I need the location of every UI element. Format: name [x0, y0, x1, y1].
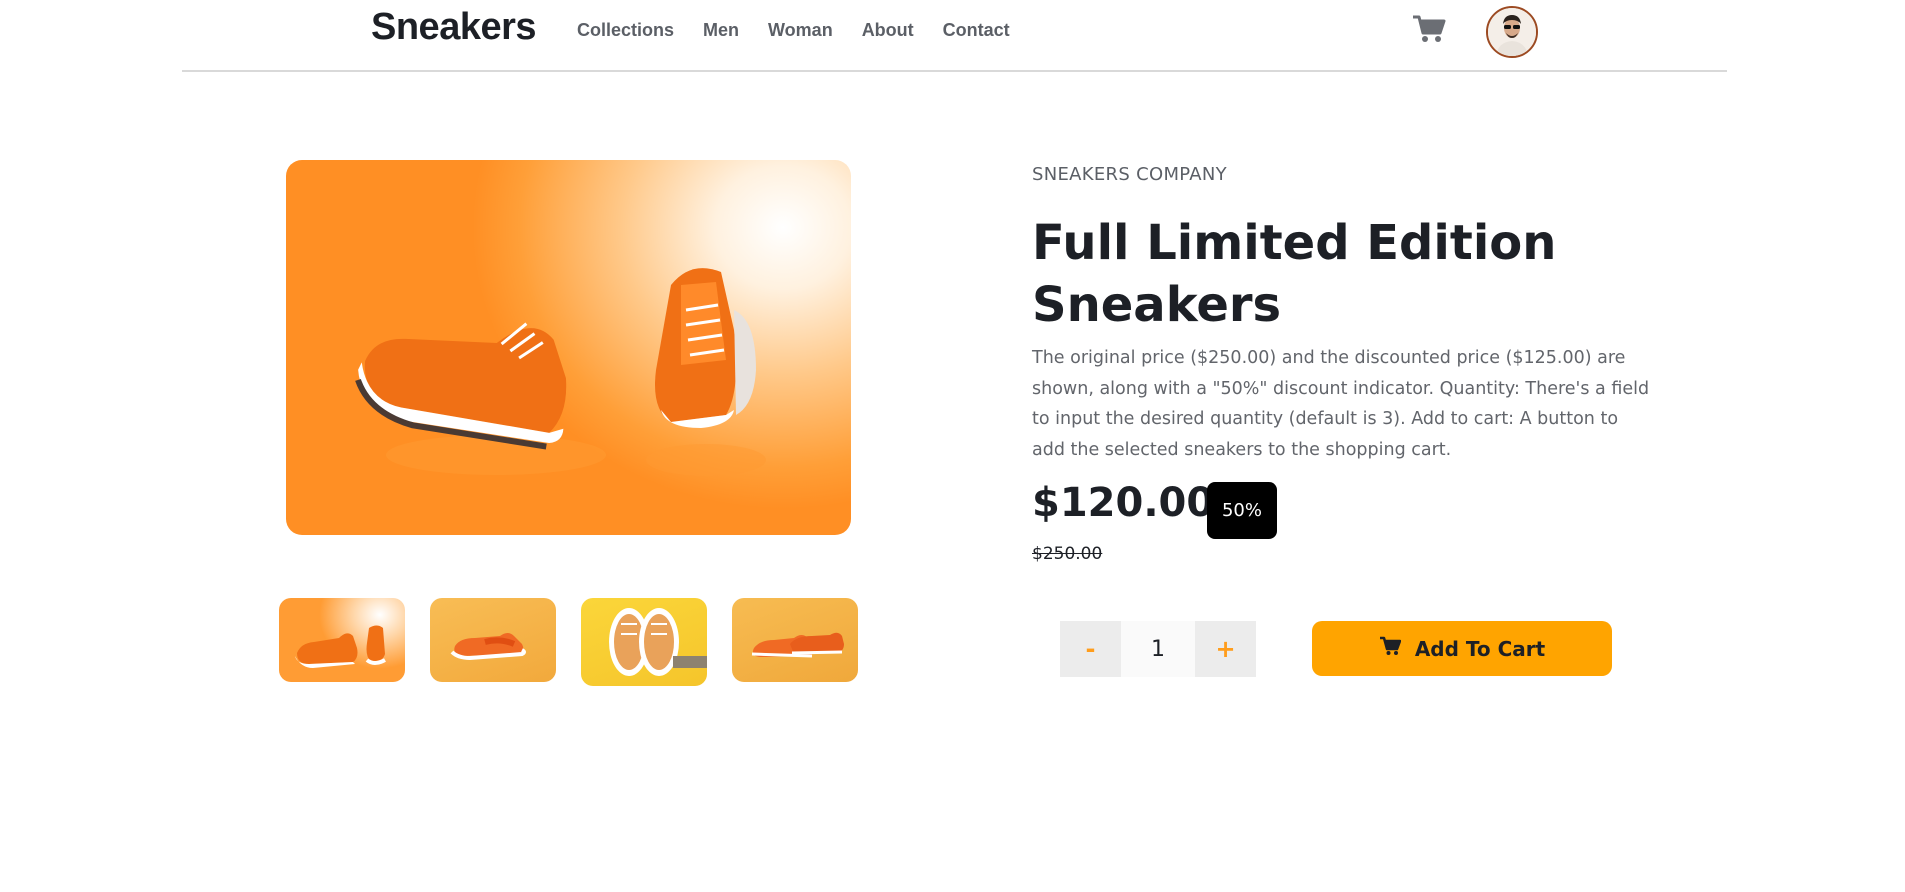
main-product-image[interactable] — [286, 160, 851, 535]
nav-link-men[interactable]: Men — [703, 20, 739, 41]
top-nav: Sneakers Collections Men Woman About Con… — [182, 0, 1727, 72]
product-title: Full Limited Edition Sneakers — [1032, 215, 1557, 333]
nav-link-woman[interactable]: Woman — [768, 20, 833, 41]
nav-links: Collections Men Woman About Contact — [577, 20, 1010, 41]
add-to-cart-label: Add To Cart — [1414, 636, 1546, 661]
nav-link-collections[interactable]: Collections — [577, 20, 674, 41]
brand-logo[interactable]: Sneakers — [371, 6, 537, 49]
thumbnail-1[interactable] — [279, 598, 405, 682]
current-price: $120.00 — [1032, 480, 1215, 526]
quantity-stepper: - + — [1060, 621, 1256, 677]
original-price: $250.00 — [1032, 544, 1103, 564]
nav-link-contact[interactable]: Contact — [943, 20, 1010, 41]
user-avatar[interactable] — [1486, 6, 1538, 58]
thumbnail-2[interactable] — [430, 598, 556, 682]
thumbnail-strip — [279, 598, 858, 686]
thumbnail-3[interactable] — [581, 598, 707, 686]
increase-quantity-button[interactable]: + — [1195, 621, 1256, 677]
company-name: SNEAKERS COMPANY — [1032, 164, 1227, 185]
thumbnail-4[interactable] — [732, 598, 858, 682]
add-to-cart-button[interactable]: Add To Cart — [1312, 621, 1612, 676]
decrease-quantity-button[interactable]: - — [1060, 621, 1121, 677]
cart-icon — [1379, 636, 1402, 661]
cart-icon[interactable] — [1412, 14, 1446, 44]
nav-link-about[interactable]: About — [862, 20, 914, 41]
quantity-input[interactable] — [1121, 621, 1195, 677]
product-page: Sneakers Collections Men Woman About Con… — [0, 0, 1905, 892]
discount-badge: 50% — [1207, 482, 1277, 539]
product-description: The original price ($250.00) and the dis… — [1032, 348, 1650, 460]
